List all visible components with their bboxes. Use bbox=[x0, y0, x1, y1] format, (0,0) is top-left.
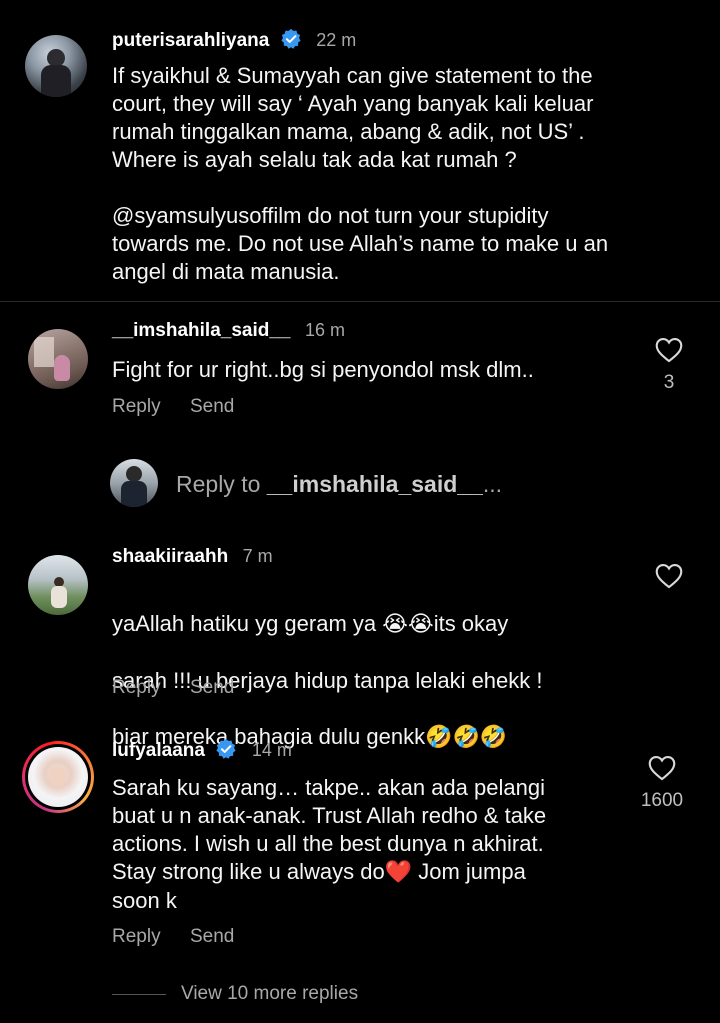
username[interactable]: __imshahila_said__ bbox=[112, 320, 291, 341]
current-user-avatar bbox=[110, 459, 158, 507]
reply-to-ellipsis: ... bbox=[482, 471, 503, 497]
verified-badge-icon bbox=[216, 738, 237, 759]
view-more-line bbox=[112, 994, 166, 995]
comment-line: sarah !!! u berjaya hidup tanpa lelaki e… bbox=[112, 668, 543, 693]
verified-badge-icon bbox=[281, 28, 301, 49]
send-button[interactable]: Send bbox=[190, 677, 234, 699]
reply-button[interactable]: Reply bbox=[112, 926, 161, 948]
comment-text: Sarah ku sayang… takpe.. akan ada pelang… bbox=[112, 774, 632, 915]
comment-4-header: lufyalaana 14 m bbox=[112, 738, 292, 762]
avatar-puterisarahliyana[interactable] bbox=[25, 35, 87, 97]
avatar-lufyalaana-story-ring[interactable] bbox=[22, 741, 94, 813]
send-button[interactable]: Send bbox=[190, 396, 234, 418]
rofl-emoji: 🤣🤣🤣 bbox=[425, 725, 508, 750]
reply-button[interactable]: Reply bbox=[112, 396, 161, 418]
reply-to-input[interactable]: Reply to __imshahila_said__... bbox=[176, 471, 502, 498]
avatar-shaakiiraahh[interactable] bbox=[28, 555, 88, 615]
comment-line: its okay bbox=[433, 611, 509, 636]
comment-line: yaAllah hatiku yg geram ya bbox=[112, 611, 377, 636]
crying-emoji: 😭😭 bbox=[382, 612, 434, 637]
comment-text-mention: @syamsulyusoffilm do not turn your stupi… bbox=[112, 203, 609, 284]
like-count: 1600 bbox=[640, 790, 684, 811]
like-heart-icon[interactable] bbox=[648, 755, 676, 781]
comment-3-header: shaakiiraahh 7 m bbox=[112, 546, 273, 568]
username[interactable]: shaakiiraahh bbox=[112, 546, 228, 567]
like-heart-icon[interactable] bbox=[655, 337, 683, 363]
like-heart-icon[interactable] bbox=[655, 563, 683, 589]
username[interactable]: lufyalaana bbox=[112, 740, 205, 761]
comment-time: 22 m bbox=[316, 30, 357, 50]
comment-2-header: __imshahila_said__ 16 m bbox=[112, 320, 345, 342]
reply-button[interactable]: Reply bbox=[112, 677, 161, 699]
like-count: 3 bbox=[663, 372, 675, 393]
comment-text: yaAllah hatiku yg geram ya 😭😭its okay sa… bbox=[112, 582, 652, 752]
comment-time: 14 m bbox=[251, 740, 292, 760]
divider bbox=[0, 301, 720, 302]
view-more-replies-button[interactable]: View 10 more replies bbox=[181, 983, 358, 1005]
avatar-imshahila-said[interactable] bbox=[28, 329, 88, 389]
red-heart-emoji: ❤️ bbox=[384, 860, 413, 885]
comment-text: If syaikhul & Sumayyah can give statemen… bbox=[112, 63, 594, 172]
send-button[interactable]: Send bbox=[190, 926, 234, 948]
comment-1-header: puterisarahliyana 22 m bbox=[112, 28, 356, 52]
reply-to-username: __imshahila_said__ bbox=[266, 471, 483, 497]
username[interactable]: puterisarahliyana bbox=[112, 30, 269, 51]
comment-time: 16 m bbox=[304, 320, 345, 340]
comment-text: Fight for ur right..bg si penyondol msk … bbox=[112, 357, 534, 382]
comment-time: 7 m bbox=[242, 546, 273, 566]
reply-to-prefix: Reply to bbox=[176, 471, 267, 497]
